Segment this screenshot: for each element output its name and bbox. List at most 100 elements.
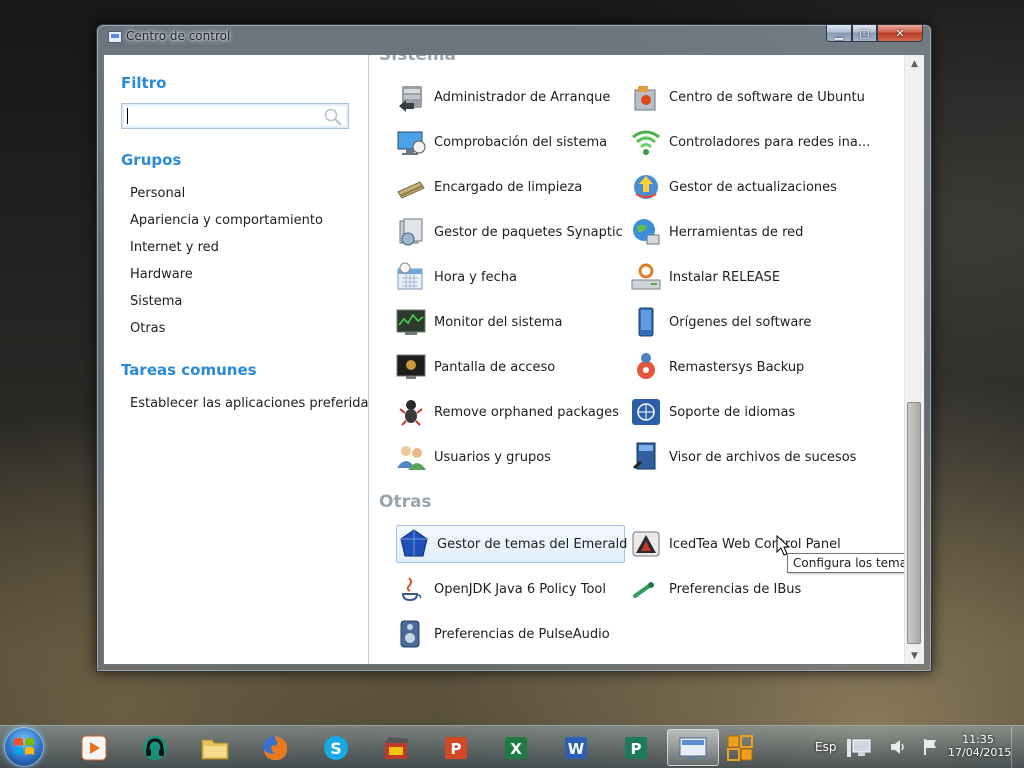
taskbar-firefox[interactable] [249,729,301,766]
network-icon[interactable] [846,737,872,759]
minimize-button[interactable]: ▁ [826,25,852,42]
section-heading-otras: Otras [379,492,432,512]
applet-label: Centro de software de Ubuntu [669,89,865,105]
applet-label: Usuarios y grupos [434,449,551,465]
install-release-icon [631,263,661,290]
group-link-sistema[interactable]: Sistema [130,294,182,309]
applet-label: Comprobación del sistema [434,134,608,150]
ibus-icon [633,582,654,598]
clock-date: 17/04/2015 [948,746,1012,759]
taskbar-publisher[interactable]: P [610,729,662,766]
excel-icon: X [505,736,527,759]
arrow-down-icon: ▼ [911,650,918,661]
applet-label: Gestor de actualizaciones [669,179,837,195]
applet-wireless-drivers[interactable]: Controladores para redes ina... [629,123,870,161]
applet-users-groups[interactable]: Usuarios y grupos [394,438,551,476]
search-icon[interactable] [323,107,343,127]
applet-software-sources[interactable]: Orígenes del software [629,303,811,341]
users-groups-icon [397,446,426,470]
clock-time: 11:35 [962,733,994,746]
language-indicator[interactable]: Esp [815,740,836,754]
taskbar-excel[interactable]: X [490,729,542,766]
search-box[interactable] [121,103,349,129]
close-button[interactable]: ✕ [877,25,923,42]
minimize-icon: ▁ [834,26,844,40]
taskbar-video-editor[interactable] [370,729,422,766]
taskbar-skype[interactable]: S [310,729,362,766]
group-link-personal[interactable]: Personal [130,186,185,201]
flag-icon[interactable] [922,737,938,757]
task-link-preferred-apps[interactable]: Establecer las aplicaciones preferidas [130,396,375,411]
applet-remastersys[interactable]: Remastersys Backup [629,348,804,386]
network-tools-icon [633,219,660,245]
applet-java-policy[interactable]: OpenJDK Java 6 Policy Tool [394,570,606,608]
svg-text:P: P [631,740,642,758]
volume-icon[interactable] [889,737,907,757]
synaptic-icon [399,218,423,246]
show-desktop-button[interactable] [1011,726,1024,768]
applet-label: Monitor del sistema [434,314,563,330]
icedtea-icon [632,531,660,557]
group-link-apariencia[interactable]: Apariencia y comportamiento [130,213,323,228]
applets-pane[interactable]: Sistema Administrador de Arranque Centro… [369,55,904,664]
remastersys-icon [637,353,655,379]
taskbar-media-player[interactable] [68,729,120,766]
applet-ibus[interactable]: Preferencias de IBus [629,570,801,608]
text-caret [127,108,128,124]
scroll-up-button[interactable]: ▲ [905,55,924,72]
wireless-icon [632,130,660,155]
arrow-up-icon: ▲ [911,58,918,69]
maximize-button[interactable]: □ [852,25,877,42]
group-link-internet[interactable]: Internet y red [130,240,219,255]
applet-update-manager[interactable]: Gestor de actualizaciones [629,168,837,206]
update-manager-icon [634,175,658,199]
applet-log-viewer[interactable]: Visor de archivos de sucesos [629,438,856,476]
applet-system-check[interactable]: Comprobación del sistema [394,123,607,161]
calendar-icon [397,262,423,290]
applet-language-support[interactable]: Soporte de idiomas [629,393,795,431]
applet-system-monitor[interactable]: Monitor del sistema [394,303,562,341]
scroll-down-button[interactable]: ▼ [905,647,924,664]
applet-emerald-themes[interactable]: Gestor de temas del Emerald [396,525,627,563]
system-monitor-icon [396,309,426,335]
applet-orphaned-packages[interactable]: Remove orphaned packages [394,393,619,431]
taskbar-word[interactable]: W [550,729,602,766]
vertical-scrollbar[interactable]: ▲ ▼ [904,55,924,664]
applet-label: Instalar RELEASE [669,269,781,285]
svg-text:X: X [510,740,522,758]
applet-synaptic[interactable]: Gestor de paquetes Synaptic [394,213,623,251]
title-bar[interactable]: Centro de control ▁ □ ✕ [97,25,931,49]
software-sources-icon [638,307,654,337]
applet-label: Encargado de limpieza [434,179,583,195]
svg-text:W: W [568,740,585,758]
applet-install-release[interactable]: Instalar RELEASE [629,258,780,296]
applet-boot-manager[interactable]: Administrador de Arranque [394,78,610,116]
scroll-thumb[interactable] [907,402,921,644]
filter-heading: Filtro [121,74,167,92]
start-button[interactable] [4,727,44,767]
applet-software-center[interactable]: Centro de software de Ubuntu [629,78,865,116]
search-input[interactable] [125,107,315,125]
control-center-window: Centro de control ▁ □ ✕ Filtro Grupos Pe… [96,24,932,672]
applet-label: Remove orphaned packages [434,404,619,420]
applet-cleanup[interactable]: Encargado de limpieza [394,168,582,206]
taskbar-control-center[interactable] [667,729,719,766]
taskbar-access[interactable] [714,729,766,766]
group-link-hardware[interactable]: Hardware [130,267,193,282]
applet-network-tools[interactable]: Herramientas de red [629,213,803,251]
cleanup-icon [397,181,425,199]
svg-text:S: S [330,739,342,758]
taskbar-powerpoint[interactable]: P [430,729,482,766]
group-link-otras[interactable]: Otras [130,321,165,336]
taskbar-file-manager[interactable] [189,729,241,766]
applet-label: Pantalla de acceso [434,359,556,375]
file-manager-icon [201,739,229,759]
window-controls: ▁ □ ✕ [826,25,923,42]
applet-login-screen[interactable]: Pantalla de acceso [394,348,555,386]
applet-date-time[interactable]: Hora y fecha [394,258,517,296]
clock[interactable]: 11:35 17/04/2015 [948,733,1012,759]
taskbar-music-app[interactable] [129,729,181,766]
maximize-icon: □ [859,26,870,40]
applet-pulseaudio[interactable]: Preferencias de PulseAudio [394,615,610,653]
skype-icon: S [324,735,348,760]
